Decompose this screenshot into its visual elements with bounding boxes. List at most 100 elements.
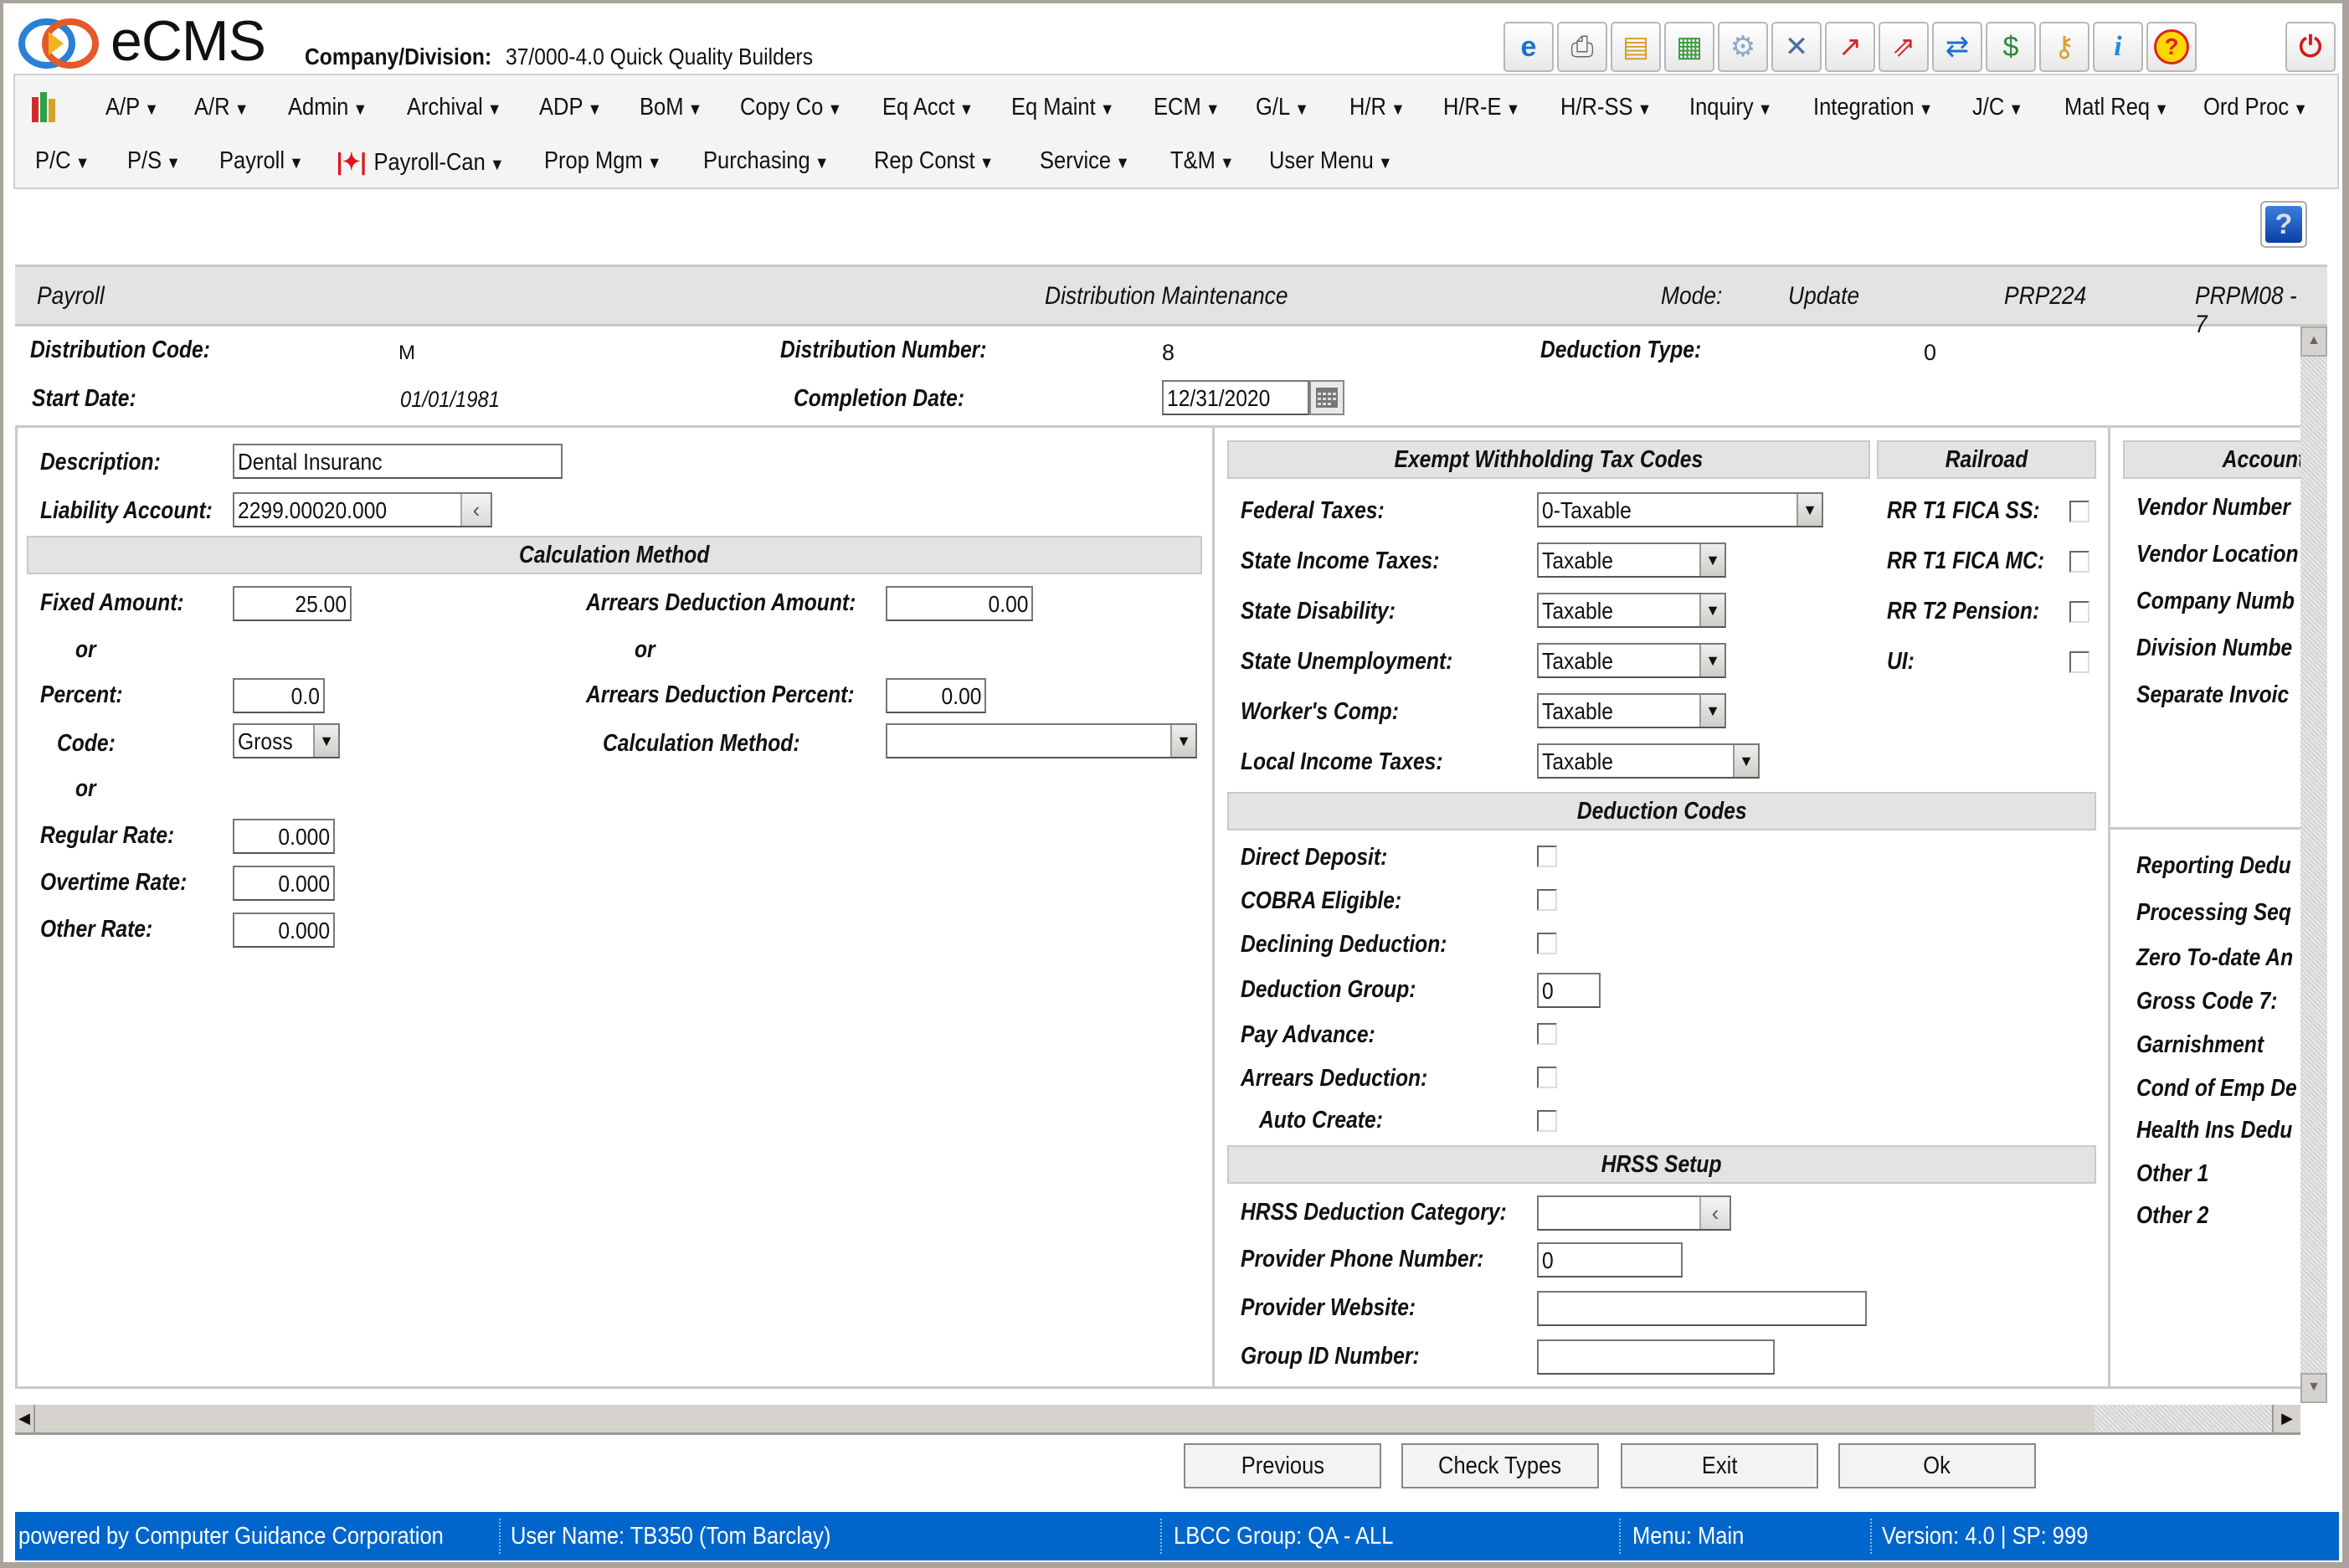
info-icon[interactable]: i: [2093, 22, 2143, 72]
state-disability-select[interactable]: Taxable ▼: [1537, 593, 1726, 628]
check-types-button[interactable]: Check Types: [1401, 1443, 1599, 1488]
app-name: eCMS: [111, 9, 266, 73]
module-name: Payroll: [37, 282, 105, 310]
hrss-category-input[interactable]: ‹: [1537, 1195, 1731, 1231]
ok-button[interactable]: Ok: [1838, 1443, 2036, 1488]
workers-comp-select[interactable]: Taxable ▼: [1537, 693, 1726, 728]
group-id-input[interactable]: [1537, 1339, 1775, 1375]
menu-eq-maint[interactable]: Eq Maint ▼: [1011, 94, 1114, 121]
cobra-eligible-checkbox[interactable]: [1537, 889, 1557, 911]
provider-phone-label: Provider Phone Number:: [1241, 1246, 1484, 1272]
menu-rep-const[interactable]: Rep Const ▼: [874, 147, 994, 175]
file-cabinet-icon[interactable]: ▤: [1611, 22, 1661, 72]
declining-deduction-checkbox[interactable]: [1537, 933, 1557, 954]
scroll-right-icon[interactable]: ▶: [2272, 1405, 2300, 1432]
menu-hr-ss[interactable]: H/R-SS ▼: [1560, 94, 1652, 121]
direct-deposit-checkbox[interactable]: [1537, 846, 1557, 867]
pay-advance-checkbox[interactable]: [1537, 1023, 1557, 1045]
menu-hr-e[interactable]: H/R-E ▼: [1443, 94, 1520, 121]
menu-ecm[interactable]: ECM ▼: [1154, 94, 1220, 121]
transfer-window-icon[interactable]: $: [1986, 22, 2036, 72]
print-icon[interactable]: ⎙: [1557, 22, 1607, 72]
menu-jc[interactable]: J/C ▼: [1972, 94, 2023, 121]
menu-integration[interactable]: Integration ▼: [1813, 94, 1933, 121]
menu-gl[interactable]: G/L ▼: [1256, 94, 1309, 121]
page-help-button[interactable]: ?: [2260, 201, 2307, 248]
fixed-amount-input[interactable]: 25.00: [233, 586, 352, 621]
power-icon[interactable]: ⏻: [2285, 22, 2336, 72]
menu-adp[interactable]: ADP ▼: [539, 94, 602, 121]
lookup-chevron-icon[interactable]: ‹: [1699, 1197, 1730, 1229]
refresh-arrows-icon[interactable]: ⇄: [1932, 22, 1982, 72]
menu-payroll[interactable]: Payroll ▼: [219, 147, 304, 175]
ecms-search-icon[interactable]: e: [1503, 22, 1554, 72]
menu-text: Menu: Main: [1632, 1523, 1745, 1550]
trend-compare-icon[interactable]: ⇗: [1879, 22, 1929, 72]
company-division-value: 37/000-4.0 Quick Quality Builders: [506, 44, 814, 69]
keys-lock-icon[interactable]: ⚷: [2039, 22, 2089, 72]
menu-ar[interactable]: A/R ▼: [194, 94, 249, 121]
menu-user-menu[interactable]: User Menu ▼: [1269, 147, 1393, 175]
schedule-grid-icon[interactable]: ▦: [1664, 22, 1714, 72]
auto-create-checkbox[interactable]: [1537, 1110, 1557, 1132]
local-income-taxes-select[interactable]: Taxable ▼: [1537, 743, 1760, 779]
menu-pc[interactable]: P/C ▼: [35, 147, 90, 175]
menu-copy-co[interactable]: Copy Co ▼: [740, 94, 842, 121]
menu-inquiry[interactable]: Inquiry ▼: [1689, 94, 1772, 121]
regular-rate-input[interactable]: 0.000: [233, 819, 335, 854]
liability-account-input[interactable]: 2299.00020.000 ‹: [233, 492, 492, 527]
scroll-track[interactable]: [2095, 1405, 2272, 1432]
lookup-chevron-icon[interactable]: ‹: [460, 494, 491, 526]
menu-payroll-can[interactable]: |✦| Payroll-Can ▼: [337, 147, 504, 177]
menu-service[interactable]: Service ▼: [1040, 147, 1130, 175]
arrears-percent-input[interactable]: 0.00: [886, 678, 986, 713]
state-income-taxes-select[interactable]: Taxable ▼: [1537, 542, 1726, 578]
calculation-method-select[interactable]: ▼: [886, 723, 1197, 758]
modules-chart-icon[interactable]: [32, 90, 59, 122]
menu-matl-req[interactable]: Matl Req ▼: [2064, 94, 2169, 121]
previous-button[interactable]: Previous: [1184, 1443, 1381, 1488]
deduction-group-input[interactable]: 0: [1537, 973, 1601, 1008]
provider-phone-input[interactable]: 0: [1537, 1242, 1683, 1278]
menu-tm[interactable]: T&M ▼: [1170, 147, 1235, 175]
chevron-down-icon: ▼: [1699, 544, 1724, 576]
arrears-deduction-checkbox[interactable]: [1537, 1067, 1557, 1088]
ui-checkbox[interactable]: [2069, 651, 2089, 673]
settings-gear-icon[interactable]: ⚙: [1718, 22, 1768, 72]
rr-t1-fica-ss-checkbox[interactable]: [2069, 501, 2089, 522]
menu-ap[interactable]: A/P ▼: [105, 94, 159, 121]
provider-website-input[interactable]: [1537, 1291, 1867, 1326]
horizontal-scrollbar[interactable]: ◀ ▶: [15, 1405, 2300, 1435]
completion-date-input[interactable]: 12/31/2020: [1162, 380, 1309, 415]
state-income-taxes-label: State Income Taxes:: [1241, 548, 1440, 574]
federal-taxes-select[interactable]: 0-Taxable ▼: [1537, 492, 1823, 527]
other-rate-input[interactable]: 0.000: [233, 913, 335, 948]
menu-purchasing[interactable]: Purchasing ▼: [703, 147, 829, 175]
code-select[interactable]: Gross ▼: [233, 723, 340, 758]
menu-hr[interactable]: H/R ▼: [1349, 94, 1406, 121]
screen-title: Distribution Maintenance: [1045, 282, 1288, 310]
description-input[interactable]: Dental Insuranc: [233, 444, 563, 479]
calendar-icon[interactable]: [1309, 380, 1344, 415]
menu-eq-acct[interactable]: Eq Acct ▼: [882, 94, 974, 121]
scroll-left-icon[interactable]: ◀: [15, 1405, 35, 1432]
menu-prop-mgm[interactable]: Prop Mgm ▼: [544, 147, 661, 175]
menu-ps[interactable]: P/S ▼: [127, 147, 181, 175]
rr-t1-fica-mc-checkbox[interactable]: [2069, 551, 2089, 573]
exit-button[interactable]: Exit: [1621, 1443, 1818, 1488]
menu-admin[interactable]: Admin ▼: [288, 94, 368, 121]
arrears-amount-input[interactable]: 0.00: [886, 586, 1033, 621]
menu-archival[interactable]: Archival ▼: [407, 94, 501, 121]
trend-chart-icon[interactable]: ↗: [1825, 22, 1875, 72]
rr-t2-pension-checkbox[interactable]: [2069, 601, 2089, 623]
help-icon[interactable]: ?: [2146, 22, 2197, 72]
state-unemployment-select[interactable]: Taxable ▼: [1537, 643, 1726, 678]
menu-ord-proc[interactable]: Ord Proc ▼: [2203, 94, 2308, 121]
tools-icon[interactable]: ✕: [1771, 22, 1822, 72]
scroll-up-icon[interactable]: ▲: [2300, 326, 2327, 357]
vertical-scrollbar[interactable]: ▲ ▼: [2300, 326, 2327, 1403]
percent-input[interactable]: 0.0: [233, 678, 325, 713]
overtime-rate-input[interactable]: 0.000: [233, 866, 335, 901]
menu-bom[interactable]: BoM ▼: [640, 94, 702, 121]
scroll-down-icon[interactable]: ▼: [2300, 1373, 2327, 1403]
